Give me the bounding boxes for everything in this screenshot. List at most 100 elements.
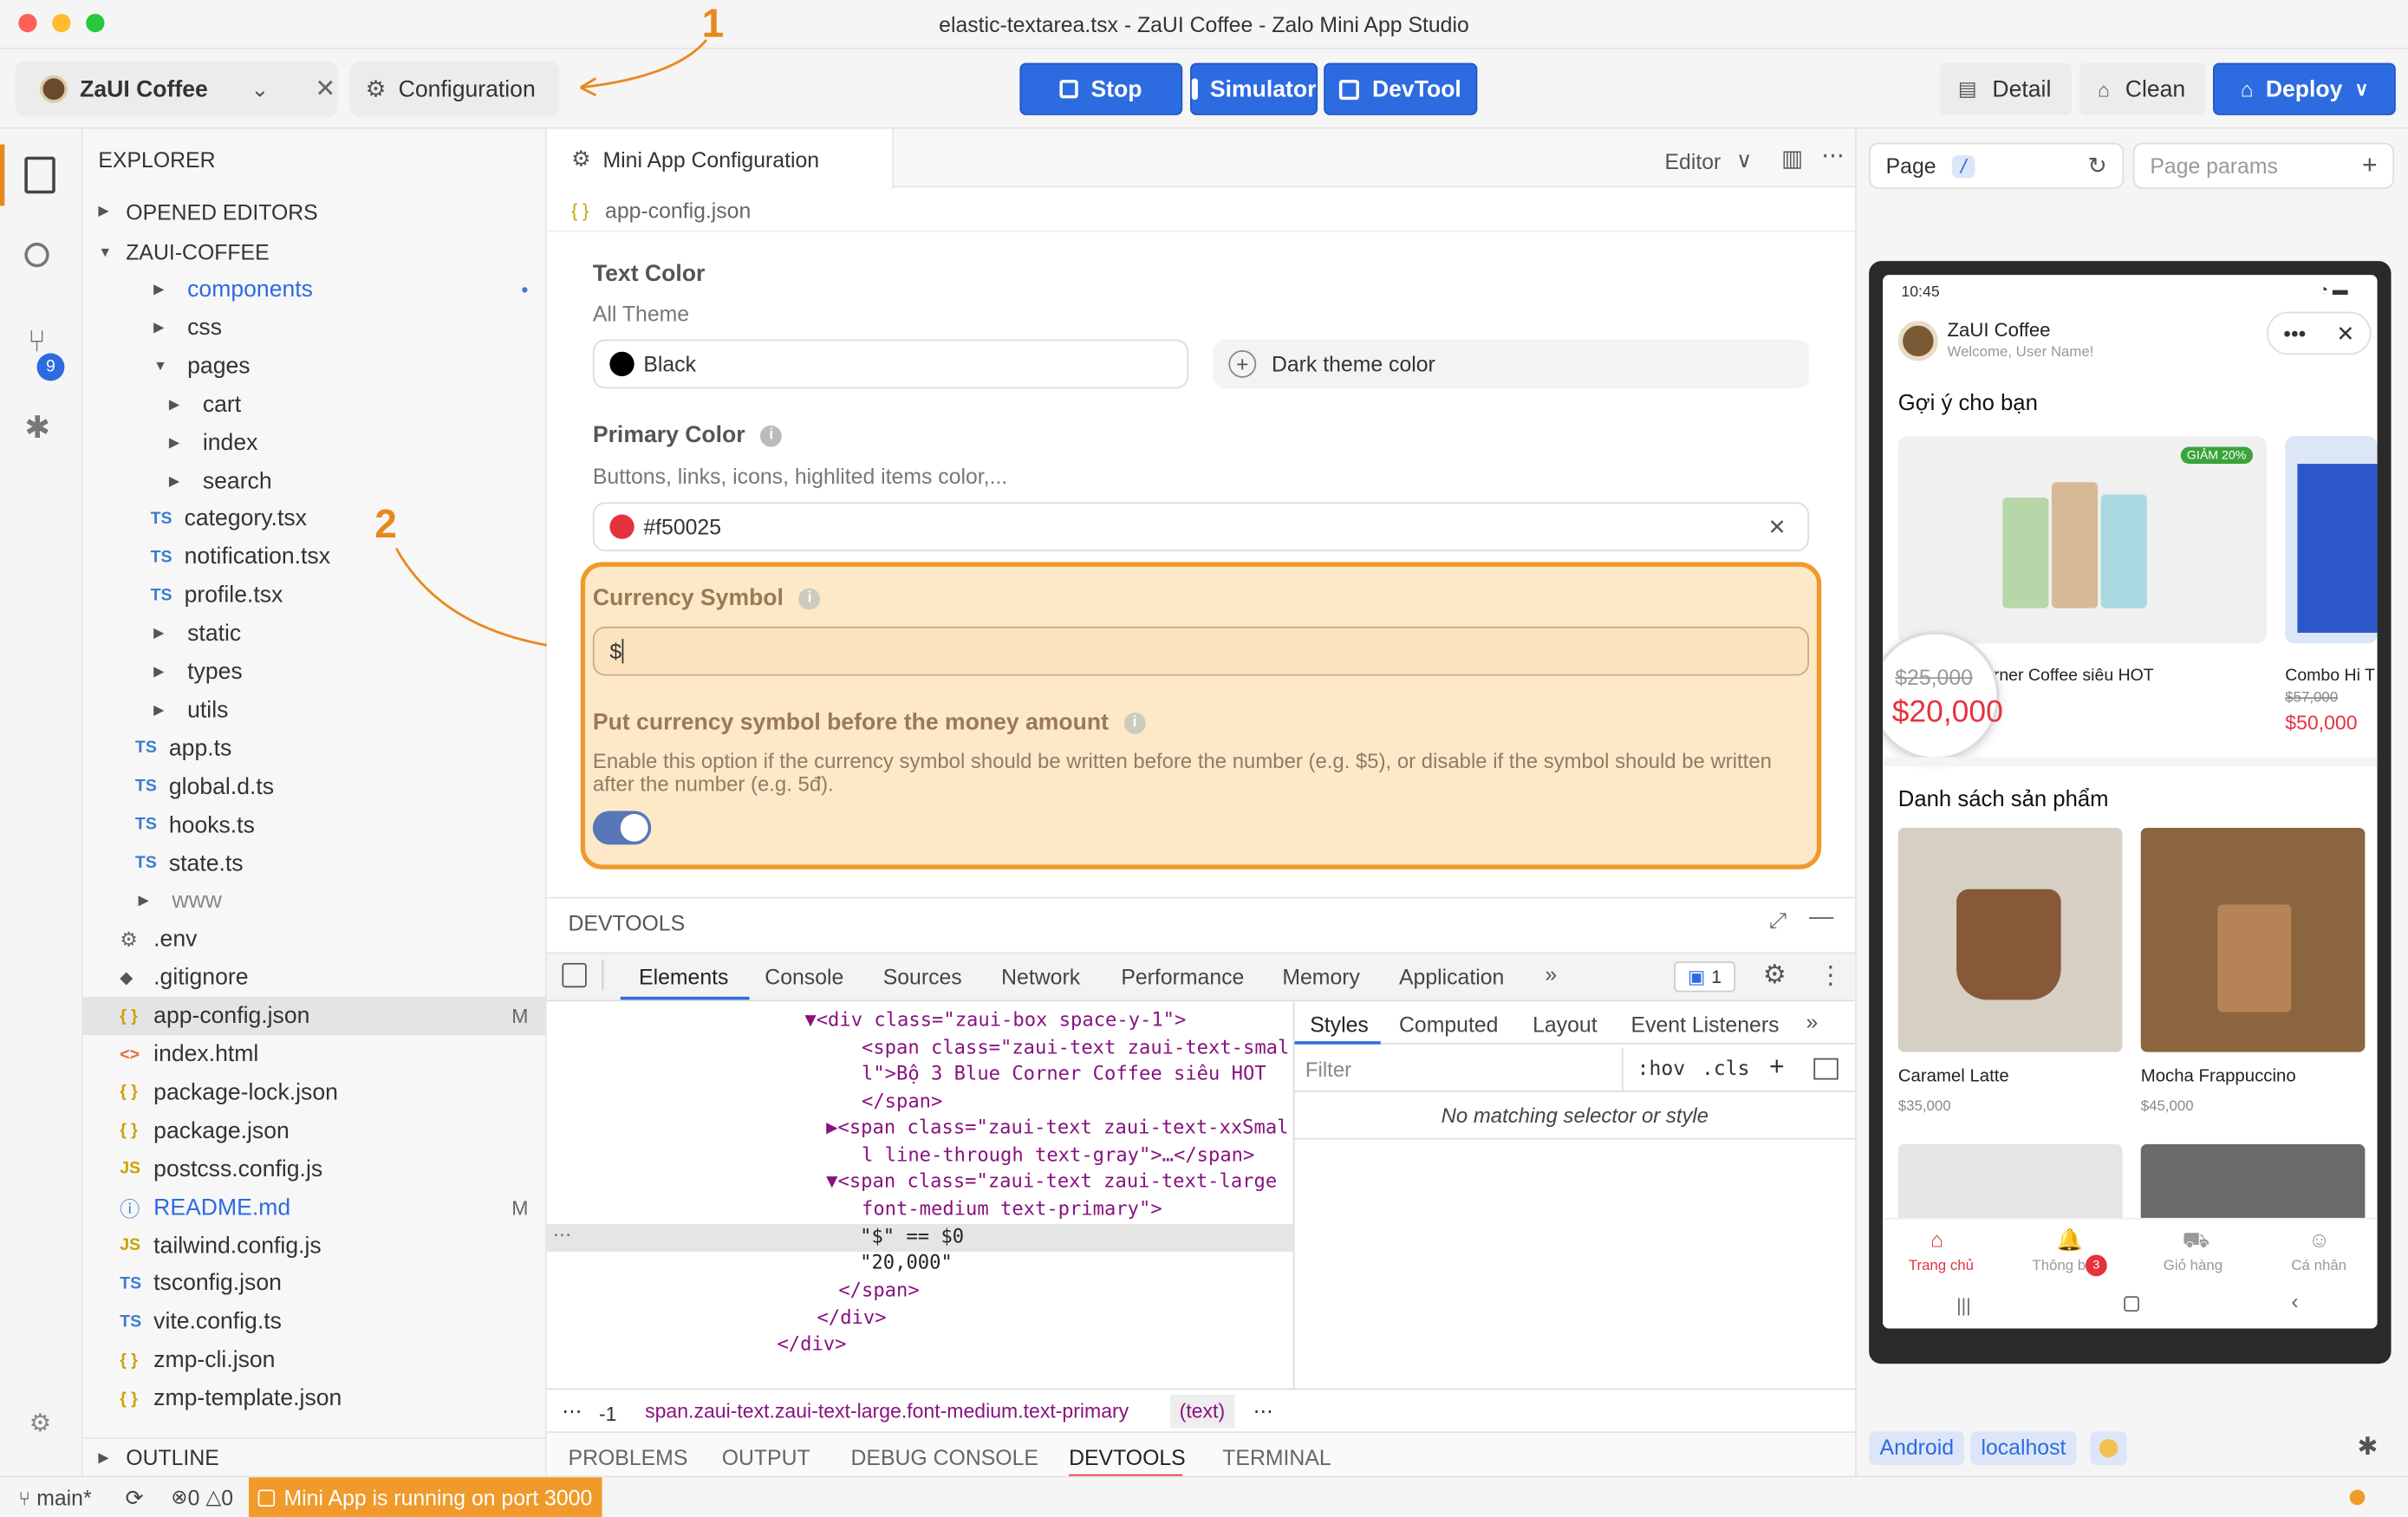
breadcrumb-item[interactable]: -1: [599, 1403, 616, 1426]
product-name[interactable]: Mocha Frappuccino: [2141, 1067, 2296, 1085]
product-name[interactable]: Caramel Latte: [1898, 1067, 2009, 1085]
tree-item-cart[interactable]: ▶ cart: [83, 385, 547, 423]
cls-toggle[interactable]: .cls: [1702, 1058, 1749, 1082]
currency-symbol-input[interactable]: $: [592, 626, 1810, 676]
simulator-button[interactable]: Simulator: [1190, 62, 1318, 115]
env-tag-android[interactable]: Android: [1869, 1431, 1965, 1466]
promo-image[interactable]: [2285, 436, 2378, 644]
devtools-tab-performance[interactable]: Performance: [1121, 965, 1244, 989]
tree-item-env[interactable]: ⚙ .env: [83, 921, 547, 959]
more-icon[interactable]: •••: [2283, 321, 2306, 345]
breadcrumb-file[interactable]: app-config.json: [605, 199, 751, 223]
panel-tab-debug-console[interactable]: DEBUG CONSOLE: [851, 1445, 1038, 1469]
info-icon[interactable]: i: [1123, 712, 1146, 733]
tree-item-www[interactable]: ▶ www: [83, 882, 547, 921]
styles-tab-layout[interactable]: Layout: [1533, 1012, 1597, 1037]
refresh-icon[interactable]: ↻: [2087, 152, 2106, 179]
deploy-button[interactable]: ⌂ Deploy ∨: [2212, 62, 2396, 115]
minimize-panel-icon[interactable]: —: [1809, 905, 1833, 933]
info-icon[interactable]: i: [760, 424, 783, 446]
dom-node-line[interactable]: font-medium text-primary">: [838, 1195, 1162, 1221]
env-tag-localhost[interactable]: localhost: [1970, 1431, 2077, 1466]
tree-item-utils[interactable]: ▶ utils: [83, 691, 547, 729]
dom-node-line[interactable]: ▼<div class="zaui-box space-y-1">: [804, 1006, 1186, 1032]
nav-item-0[interactable]: Trang chủ: [1895, 1258, 1987, 1274]
stop-button[interactable]: Stop: [1019, 62, 1183, 115]
primary-color-field[interactable]: #f50025 ✕: [592, 502, 1810, 552]
android-back-icon[interactable]: ‹: [2291, 1288, 2298, 1312]
warning-count[interactable]: 0: [221, 1485, 233, 1509]
devtool-button[interactable]: DevTool: [1324, 62, 1478, 115]
panel-tab-devtools[interactable]: DEVTOOLS: [1069, 1445, 1186, 1469]
close-icon[interactable]: ✕: [315, 74, 335, 104]
expand-icon[interactable]: ⤢: [1769, 908, 1786, 934]
toggle-sidebar-icon[interactable]: [1813, 1058, 1839, 1080]
tab-mini-app-configuration[interactable]: ⚙ Mini App Configuration: [546, 128, 895, 189]
tree-item-components[interactable]: ▶ components •: [83, 270, 547, 309]
files-icon[interactable]: [24, 156, 55, 194]
tree-item-readme-md[interactable]: ⓘ README.md M: [83, 1188, 547, 1227]
emoji-tag[interactable]: [2090, 1431, 2127, 1466]
dom-node-line[interactable]: </span>: [838, 1087, 942, 1114]
workspace-root[interactable]: ▼ ZAUI-COFFEE: [83, 232, 547, 270]
dom-node-line[interactable]: ▼<span class="zaui-text zaui-text-large: [826, 1167, 1277, 1194]
tree-item-gitignore[interactable]: ◆ .gitignore: [83, 959, 547, 997]
git-branch[interactable]: main*: [36, 1485, 91, 1509]
styles-filter-input[interactable]: Filter: [1305, 1058, 1351, 1082]
tree-item-global-d-ts[interactable]: TS global.d.ts: [83, 767, 547, 805]
dom-node-line[interactable]: </div>: [817, 1304, 887, 1331]
outline-section[interactable]: ▶ OUTLINE: [82, 1437, 547, 1475]
breadcrumb-item[interactable]: span.zaui-text.zaui-text-large.font-medi…: [639, 1395, 1135, 1429]
tree-item-index[interactable]: ▶ index: [83, 423, 547, 461]
inspect-element-icon[interactable]: [562, 962, 587, 988]
dom-node-line[interactable]: l line-through text-gray">…</span>: [838, 1141, 1254, 1168]
tree-item-hooks-ts[interactable]: TS hooks.ts: [83, 805, 547, 843]
node-more-icon[interactable]: ⋯: [553, 1224, 571, 1246]
android-home-icon[interactable]: [2124, 1296, 2139, 1312]
search-icon[interactable]: [24, 242, 49, 268]
more-actions-icon[interactable]: ⋯: [1821, 141, 1845, 169]
product-image-caramel-latte[interactable]: [1897, 827, 2123, 1052]
panel-tab-output[interactable]: OUTPUT: [722, 1445, 810, 1469]
devtools-tab-elements[interactable]: Elements: [639, 965, 728, 989]
tree-item-package-lock-json[interactable]: { } package-lock.json: [83, 1073, 547, 1111]
tree-item-index-html[interactable]: <> index.html: [83, 1035, 547, 1073]
dom-node-line[interactable]: </div>: [777, 1330, 846, 1357]
split-editor-icon[interactable]: ▥: [1781, 145, 1803, 172]
devtools-tab-network[interactable]: Network: [1001, 965, 1080, 989]
devtools-tab-console[interactable]: Console: [765, 965, 843, 989]
tree-item-package-json[interactable]: { } package.json: [83, 1111, 547, 1149]
nav-item-3[interactable]: Cá nhân: [2273, 1258, 2365, 1274]
more-tabs-icon[interactable]: »: [1545, 961, 1557, 986]
dom-node-line[interactable]: "20,000": [860, 1248, 953, 1275]
notification-icon[interactable]: [2349, 1489, 2366, 1506]
opened-editors-section[interactable]: ▶ OPENED EDITORS: [83, 192, 547, 230]
tree-item-category-tsx[interactable]: TS category.tsx: [83, 499, 547, 537]
clean-button[interactable]: ⌂ Clean: [2079, 62, 2206, 115]
page-route-field[interactable]: Page / ↻: [1869, 142, 2125, 189]
tree-item-app-config-json[interactable]: { } app-config.json M: [82, 996, 547, 1036]
panel-tab-terminal[interactable]: TERMINAL: [1222, 1445, 1331, 1469]
android-recents-icon[interactable]: |||: [1956, 1295, 1971, 1317]
devtools-tab-application[interactable]: Application: [1399, 965, 1504, 989]
detail-button[interactable]: ▤ Detail: [1939, 62, 2073, 115]
info-icon[interactable]: i: [798, 587, 821, 609]
settings-gear-icon[interactable]: ⚙: [29, 1409, 51, 1439]
promo-image[interactable]: GIẢM 20%: [1897, 436, 2268, 644]
dom-node-line[interactable]: </span>: [838, 1276, 919, 1303]
tree-item-state-ts[interactable]: TS state.ts: [83, 844, 547, 882]
debug-icon[interactable]: ✱: [24, 408, 50, 446]
breadcrumb-more-icon[interactable]: ⋯: [562, 1399, 582, 1423]
tree-item-css[interactable]: ▶ css: [83, 309, 547, 347]
new-style-rule-icon[interactable]: +: [1769, 1052, 1785, 1083]
dark-theme-color-button[interactable]: + Dark theme color: [1213, 339, 1810, 389]
devtools-settings-icon[interactable]: ⚙: [1763, 960, 1786, 990]
tree-item-pages[interactable]: ▼ pages: [83, 347, 547, 385]
nav-item-2[interactable]: Giỏ hàng: [2147, 1258, 2239, 1274]
tree-item-postcss-config-js[interactable]: JS postcss.config.js: [83, 1149, 547, 1188]
styles-tab-computed[interactable]: Computed: [1399, 1012, 1498, 1037]
dom-node-line[interactable]: "$" == $0: [860, 1222, 964, 1249]
editor-mode-select[interactable]: Editor ∨: [1665, 147, 1753, 173]
tree-item-zmp-template-json[interactable]: { } zmp-template.json: [83, 1379, 547, 1417]
issues-badge[interactable]: ▣ 1: [1674, 961, 1736, 993]
